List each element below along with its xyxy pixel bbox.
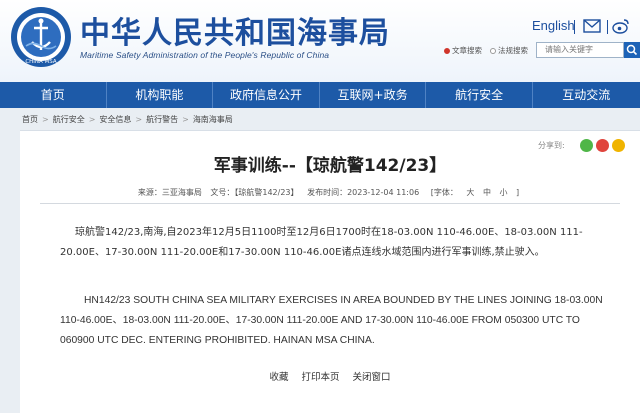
radio-selected-icon[interactable] <box>444 47 450 54</box>
meta-publish-time: 发布时间：2023-12-04 11:06 <box>307 188 420 197</box>
china-msa-logo[interactable]: CHINA MSA <box>10 6 72 68</box>
nav-item-home[interactable]: 首页 <box>0 82 107 108</box>
divider <box>40 203 620 204</box>
nav-item-gov-info[interactable]: 政府信息公开 <box>213 82 320 108</box>
english-link[interactable]: English <box>532 18 575 33</box>
article-paragraph-en: HN142/23 SOUTH CHINA SEA MILITARY EXERCI… <box>60 295 603 346</box>
radio-icon[interactable] <box>490 47 496 54</box>
font-small-button[interactable]: 小 <box>499 188 507 197</box>
meta-font-size: [字体： 大 中 小 ] <box>428 188 522 197</box>
search-input[interactable]: 请输入关键字 <box>536 42 624 58</box>
breadcrumb-separator: > <box>88 114 96 124</box>
logo-text: CHINA MSA <box>25 59 57 65</box>
divider <box>607 20 608 34</box>
main-nav: 首页 机构职能 政府信息公开 互联网+政务 航行安全 互动交流 <box>0 82 640 108</box>
article-title: 军事训练--【琼航警142/23】 <box>213 156 447 176</box>
nav-item-functions[interactable]: 机构职能 <box>107 82 214 108</box>
weibo-icon[interactable] <box>612 17 630 35</box>
breadcrumb-item[interactable]: 航行安全 <box>53 114 85 125</box>
nav-item-interaction[interactable]: 互动交流 <box>533 82 640 108</box>
breadcrumb-item[interactable]: 安全信息 <box>99 114 131 125</box>
site-title-cn: 中华人民共和国海事局 <box>80 16 390 51</box>
breadcrumb: 首页 > 航行安全 > 安全信息 > 航行警告 > 海南海事局 <box>0 108 640 130</box>
search-icon <box>626 44 638 56</box>
search-option-label: 法规搜索 <box>498 46 528 55</box>
meta-source: 来源：三亚海事局 <box>137 188 202 197</box>
nav-item-navigation-safety[interactable]: 航行安全 <box>426 82 533 108</box>
font-size-label-end: ] <box>516 188 520 197</box>
search-option-articles[interactable]: 文章搜索 <box>444 45 482 56</box>
divider <box>574 20 575 34</box>
breadcrumb-separator: > <box>135 114 143 124</box>
breadcrumb-item[interactable]: 航行警告 <box>146 114 178 125</box>
nav-item-internet-services[interactable]: 互联网+政务 <box>320 82 427 108</box>
favorite-button[interactable]: 收藏 <box>269 372 288 383</box>
font-medium-button[interactable]: 中 <box>483 188 491 197</box>
breadcrumb-item[interactable]: 首页 <box>22 114 38 125</box>
search-option-regulations[interactable]: 法规搜索 <box>490 45 528 56</box>
close-window-button[interactable]: 关闭窗口 <box>353 372 391 383</box>
site-header: CHINA MSA 中华人民共和国海事局 Maritime Safety Adm… <box>0 0 640 82</box>
font-large-button[interactable]: 大 <box>466 188 474 197</box>
breadcrumb-item[interactable]: 海南海事局 <box>193 114 233 125</box>
font-size-label: [字体： <box>430 188 458 197</box>
article-actions: 收藏 打印本页 关闭窗口 <box>20 369 640 383</box>
meta-doc-number: 文号：【琼航警142/23】 <box>210 188 299 197</box>
article-paragraph-cn: 琼航警142/23,南海,自2023年12月5日1100时至12月6日1700时… <box>60 227 583 258</box>
breadcrumb-separator: > <box>182 114 189 124</box>
site-title-en: Maritime Safety Administration of the Pe… <box>80 50 330 60</box>
search-option-label: 文章搜索 <box>452 46 482 55</box>
share-label: 分享到: <box>538 141 565 150</box>
article-meta: 来源：三亚海事局 文号：【琼航警142/23】 发布时间：2023-12-04 … <box>20 187 640 198</box>
mail-icon[interactable] <box>583 19 601 33</box>
print-button[interactable]: 打印本页 <box>301 372 339 383</box>
article-panel: 分享到: 军事训练--【琼航警142/23】 来源：三亚海事局 文号：【琼航警1… <box>20 130 640 413</box>
search-button[interactable] <box>624 42 640 58</box>
breadcrumb-separator: > <box>42 114 49 124</box>
